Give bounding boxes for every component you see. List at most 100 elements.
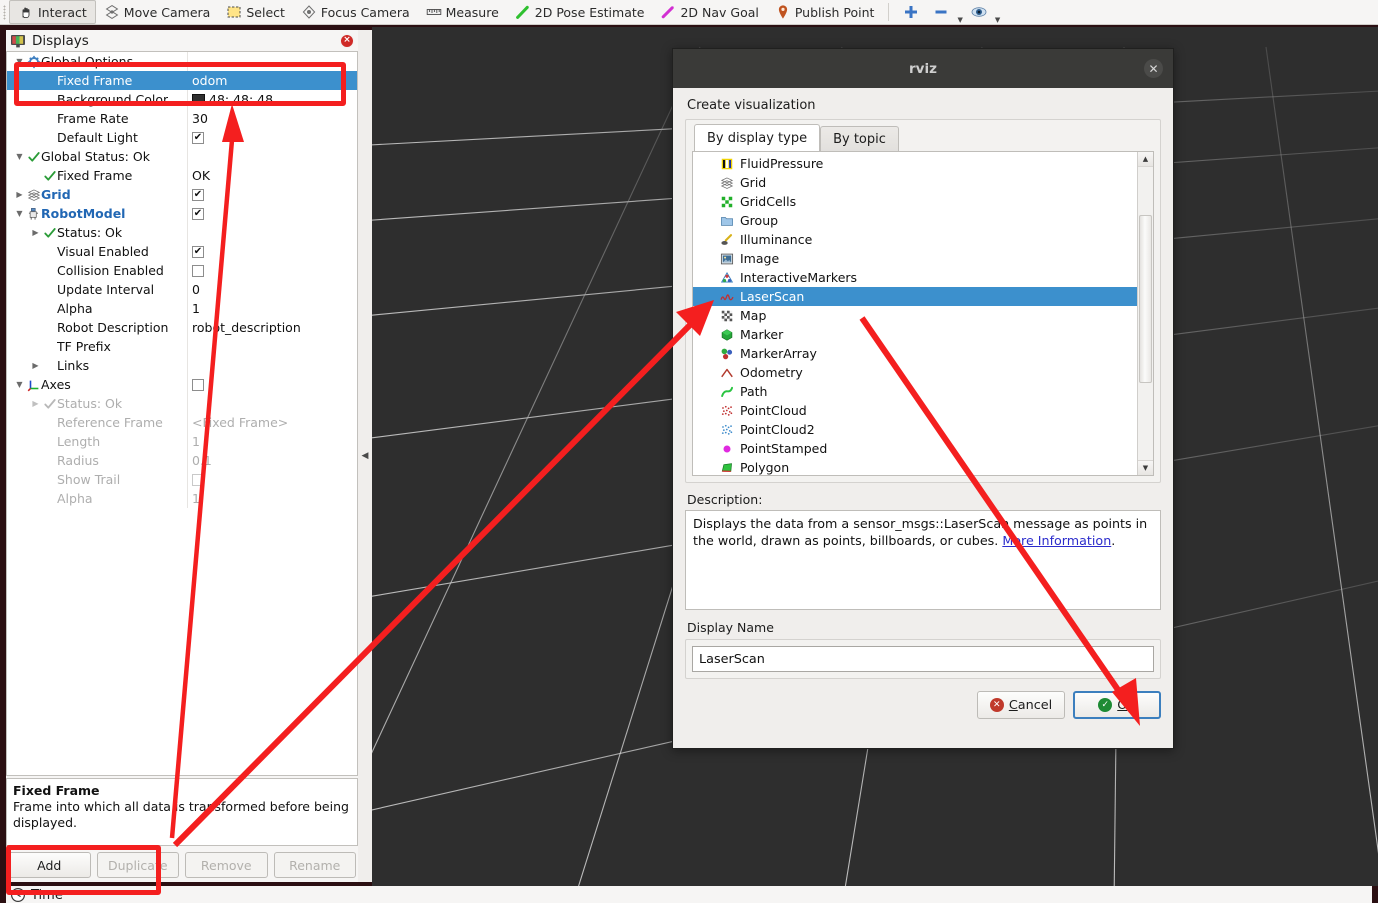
chevron-right-icon[interactable]: ▶ — [29, 399, 42, 408]
display-type-item[interactable]: Odometry — [693, 363, 1137, 382]
displays-tree-row[interactable]: TF Prefix — [7, 337, 357, 356]
displays-tree-row[interactable]: Frame Rate 30 — [7, 109, 357, 128]
toolbar-button-publish-point[interactable]: Publish Point — [767, 0, 883, 25]
tree-row-value[interactable] — [187, 356, 357, 375]
tree-row-value[interactable] — [187, 52, 357, 71]
displays-tree-row[interactable]: ▶ Grid ✔ — [7, 185, 357, 204]
panel-splitter[interactable]: ◀ — [358, 30, 372, 882]
tree-row-value[interactable]: OK — [187, 166, 357, 185]
displays-tree[interactable]: ▼ Global Options Fixed Frame odom Background… — [6, 51, 358, 776]
display-type-item[interactable]: Path — [693, 382, 1137, 401]
display-type-list[interactable]: FluidPressure Grid GridCells Group Illuminan… — [693, 152, 1137, 475]
tree-row-value[interactable]: 0.1 — [187, 451, 357, 470]
chevron-down-icon[interactable]: ▼ — [13, 152, 26, 161]
view-visibility-dropdown[interactable]: ▼ — [993, 0, 1002, 25]
remove-tool-dropdown[interactable]: ▼ — [955, 0, 964, 25]
displays-tree-row[interactable]: Alpha 1 — [7, 299, 357, 318]
display-type-item[interactable]: PointStamped — [693, 439, 1137, 458]
tree-row-value[interactable]: odom — [187, 71, 357, 90]
displays-tree-row[interactable]: ▶ Status: Ok — [7, 223, 357, 242]
displays-tree-row[interactable]: Background Color 48; 48; 48 — [7, 90, 357, 109]
chevron-down-icon[interactable]: ▼ — [13, 57, 26, 66]
tab-by-display-type[interactable]: By display type — [694, 124, 821, 151]
toolbar-button-2d-nav-goal[interactable]: 2D Nav Goal — [652, 0, 766, 25]
scrollbar-track[interactable] — [1137, 167, 1153, 460]
scrollbar-thumb[interactable] — [1138, 215, 1152, 383]
display-type-item[interactable]: Marker — [693, 325, 1137, 344]
displays-tree-row[interactable]: Length 1 — [7, 432, 357, 451]
chevron-right-icon[interactable]: ▶ — [29, 228, 42, 237]
cancel-button[interactable]: ✕ Cancel — [977, 691, 1065, 719]
display-type-item[interactable]: Illuminance — [693, 230, 1137, 249]
displays-tree-row[interactable]: ▼ Axes — [7, 375, 357, 394]
tree-row-value[interactable] — [187, 375, 357, 394]
displays-tree-row[interactable]: Reference Frame <Fixed Frame> — [7, 413, 357, 432]
tree-row-value[interactable]: ✔ — [187, 128, 357, 147]
toolbar-button-interact[interactable]: Interact — [9, 0, 96, 24]
displays-tree-row[interactable]: Radius 0.1 — [7, 451, 357, 470]
add-tool-button[interactable] — [895, 0, 927, 25]
display-type-item[interactable]: Map — [693, 306, 1137, 325]
display-type-item[interactable]: GridCells — [693, 192, 1137, 211]
chevron-right-icon[interactable]: ▶ — [29, 361, 42, 370]
displays-tree-row[interactable]: ▶ Links — [7, 356, 357, 375]
displays-tree-row[interactable]: Update Interval 0 — [7, 280, 357, 299]
tree-row-value[interactable]: 1 — [187, 299, 357, 318]
display-type-item[interactable]: FluidPressure — [693, 154, 1137, 173]
displays-tree-row[interactable]: ▼ Global Status: Ok — [7, 147, 357, 166]
displays-tree-row[interactable]: ▼ RobotModel ✔ — [7, 204, 357, 223]
tree-row-value[interactable] — [187, 223, 357, 242]
tree-row-value[interactable]: 1 — [187, 489, 357, 508]
checkbox[interactable] — [192, 473, 204, 486]
dialog-titlebar[interactable]: rviz ✕ — [673, 49, 1173, 88]
displays-tree-row[interactable]: Collision Enabled — [7, 261, 357, 280]
displays-tree-row[interactable]: Robot Description robot_description — [7, 318, 357, 337]
tree-row-value[interactable] — [187, 470, 357, 489]
displays-tree-row[interactable]: Show Trail — [7, 470, 357, 489]
checkbox[interactable] — [192, 378, 204, 391]
toolbar-button-focus-camera[interactable]: Focus Camera — [293, 0, 418, 25]
displays-tree-row[interactable]: ▶ Status: Ok — [7, 394, 357, 413]
checkbox[interactable] — [192, 264, 204, 277]
tree-row-value[interactable]: 1 — [187, 432, 357, 451]
chevron-down-icon[interactable]: ▼ — [13, 209, 26, 218]
displays-tree-row[interactable]: ▼ Global Options — [7, 52, 357, 71]
close-icon[interactable]: ✕ — [1144, 59, 1163, 78]
tree-row-value[interactable]: ✔ — [187, 185, 357, 204]
collapse-left-icon[interactable]: ◀ — [362, 451, 369, 461]
scroll-down-icon[interactable]: ▼ — [1137, 460, 1153, 475]
tree-row-value[interactable]: robot_description — [187, 318, 357, 337]
display-type-item[interactable]: Polygon — [693, 458, 1137, 475]
display-type-item[interactable]: PointCloud2 — [693, 420, 1137, 439]
display-type-item[interactable]: Grid — [693, 173, 1137, 192]
display-type-item[interactable]: LaserScan — [693, 287, 1137, 306]
ok-button[interactable]: ✓ OK — [1073, 691, 1161, 719]
displays-tree-row[interactable]: Default Light ✔ — [7, 128, 357, 147]
displays-tree-row[interactable]: Visual Enabled ✔ — [7, 242, 357, 261]
displays-tree-row[interactable]: Alpha 1 — [7, 489, 357, 508]
tree-row-value[interactable] — [187, 394, 357, 413]
tree-row-value[interactable]: ✔ — [187, 242, 357, 261]
view-visibility-button[interactable] — [965, 0, 993, 25]
tree-row-value[interactable]: 48; 48; 48 — [187, 90, 357, 109]
tree-row-value[interactable]: <Fixed Frame> — [187, 413, 357, 432]
display-type-item[interactable]: MarkerArray — [693, 344, 1137, 363]
display-type-item[interactable]: Image — [693, 249, 1137, 268]
tree-row-value[interactable]: ✔ — [187, 204, 357, 223]
chevron-right-icon[interactable]: ▶ — [13, 190, 26, 199]
tree-row-value[interactable]: 0 — [187, 280, 357, 299]
checkbox[interactable]: ✔ — [192, 245, 204, 258]
toolbar-button-move-camera[interactable]: Move Camera — [96, 0, 219, 25]
more-information-link[interactable]: More Information — [1002, 533, 1111, 548]
display-type-item[interactable]: InteractiveMarkers — [693, 268, 1137, 287]
color-swatch[interactable] — [192, 94, 205, 105]
tree-row-value[interactable]: 30 — [187, 109, 357, 128]
list-scrollbar[interactable]: ▲ ▼ — [1137, 152, 1153, 475]
toolbar-button-2d-pose-estimate[interactable]: 2D Pose Estimate — [507, 0, 653, 25]
toolbar-button-measure[interactable]: Measure — [418, 0, 507, 25]
display-type-item[interactable]: PointCloud — [693, 401, 1137, 420]
checkbox[interactable]: ✔ — [192, 207, 204, 220]
tree-row-value[interactable] — [187, 261, 357, 280]
scroll-up-icon[interactable]: ▲ — [1137, 152, 1153, 167]
displays-tree-row[interactable]: Fixed Frame OK — [7, 166, 357, 185]
